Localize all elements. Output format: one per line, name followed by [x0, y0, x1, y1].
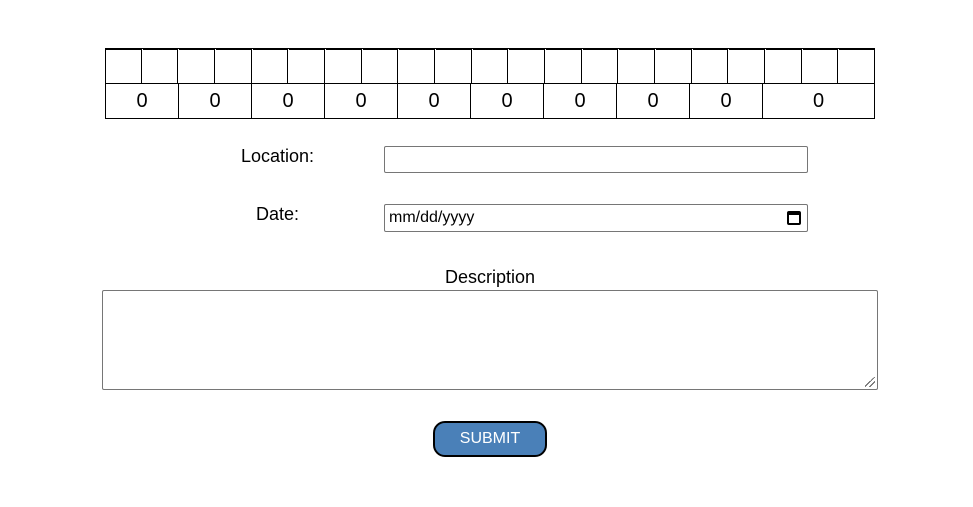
- counter-top-cell[interactable]: [582, 49, 619, 83]
- calendar-icon[interactable]: [787, 211, 801, 225]
- counter-value-cell: 0: [812, 90, 825, 112]
- date-label: Date:: [256, 204, 300, 224]
- description-label: Description: [444, 267, 536, 287]
- counter-top-cell[interactable]: [729, 49, 766, 83]
- counter-top-cell[interactable]: [546, 49, 582, 83]
- counter-top-cell[interactable]: [509, 49, 546, 83]
- counter-grid: 0000000000: [105, 48, 875, 119]
- counter-top-row: [106, 49, 875, 84]
- counter-value-cell: 0: [106, 84, 179, 119]
- counter-top-cell[interactable]: [252, 49, 289, 83]
- counter-top-cell[interactable]: [326, 49, 362, 83]
- counter-value-cell: 0: [179, 84, 252, 119]
- counter-top-cell[interactable]: [142, 49, 179, 83]
- counter-top-cell[interactable]: [839, 49, 875, 83]
- counter-top-cell[interactable]: [766, 49, 802, 83]
- counter-top-cell[interactable]: [179, 49, 216, 83]
- location-input[interactable]: [384, 146, 808, 173]
- location-label: Location:: [241, 146, 315, 166]
- resize-grip-icon[interactable]: [865, 377, 875, 387]
- counter-value-cell: 0: [398, 84, 471, 119]
- counter-top-cell[interactable]: [106, 49, 142, 83]
- counter-value-row: 0000000000: [106, 84, 874, 119]
- counter-value-cell: 0: [471, 84, 544, 119]
- counter-top-cell[interactable]: [399, 49, 436, 83]
- description-textarea[interactable]: [102, 290, 878, 390]
- counter-top-cell[interactable]: [289, 49, 326, 83]
- counter-top-cell[interactable]: [472, 49, 509, 83]
- counter-top-cell[interactable]: [362, 49, 399, 83]
- counter-value-cell: 0: [617, 84, 690, 119]
- counter-value-cell: 0: [252, 84, 325, 119]
- counter-top-cell[interactable]: [656, 49, 692, 83]
- counter-top-cell[interactable]: [802, 49, 839, 83]
- counter-value-cell: 0: [325, 84, 398, 119]
- submit-button[interactable]: SUBMIT: [433, 421, 547, 457]
- counter-value-cell: 0: [690, 84, 763, 119]
- counter-top-cell[interactable]: [436, 49, 472, 83]
- counter-top-cell[interactable]: [216, 49, 252, 83]
- counter-top-cell[interactable]: [692, 49, 729, 83]
- date-input[interactable]: mm/dd/yyyy: [384, 204, 808, 232]
- date-placeholder: mm/dd/yyyy: [389, 209, 475, 226]
- counter-value-cell: 0: [544, 84, 617, 119]
- counter-top-cell[interactable]: [619, 49, 656, 83]
